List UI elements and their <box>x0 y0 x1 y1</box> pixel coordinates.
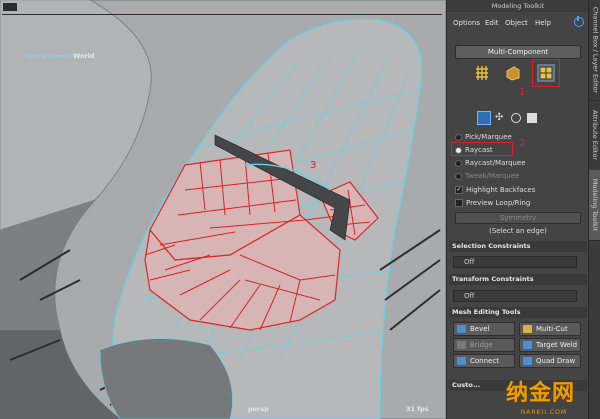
checkbox-label: Highlight Backfaces <box>466 186 536 194</box>
symmetry-button[interactable]: Symmetry <box>455 212 581 224</box>
multi-component-button[interactable]: Multi-Component <box>455 45 581 59</box>
radio-dot <box>455 133 462 141</box>
annotation-1: 1 <box>519 87 526 98</box>
rotate-tool-icon[interactable] <box>511 113 521 123</box>
tab-label: Attribute Editor <box>591 109 600 161</box>
checkbox-label: Preview Loop/Ring <box>466 199 531 207</box>
fps-counter: 31 fps <box>406 405 429 413</box>
menu-options[interactable]: Options <box>453 16 480 30</box>
section-selection-constraints[interactable]: Selection Constraints <box>449 241 587 252</box>
annotation-3: 3 <box>310 160 317 171</box>
radio-tweak-marquee[interactable]: Tweak/Marquee <box>455 171 519 181</box>
move-tool-icon[interactable]: ✣ <box>495 113 505 123</box>
modeling-toolkit-panel: Modeling Toolkit Options Edit Object Hel… <box>446 0 589 419</box>
panel-title: Modeling Toolkit <box>447 0 589 12</box>
connect-button[interactable]: Connect <box>453 354 515 368</box>
scale-tool-icon[interactable] <box>527 113 537 123</box>
camera-name: persp <box>248 405 269 413</box>
selection-constraints-dropdown[interactable]: Off <box>453 256 577 268</box>
multi-cut-button[interactable]: Multi-Cut <box>519 322 581 336</box>
raycast-highlight <box>451 142 513 156</box>
tab-attribute-editor[interactable]: Attribute Editor <box>589 100 600 171</box>
section-mesh-editing-tools[interactable]: Mesh Editing Tools <box>449 307 587 318</box>
quad-draw-icon <box>523 357 532 365</box>
tool-label: Bevel <box>470 325 490 333</box>
annotation-2: 2 <box>519 138 526 149</box>
bridge-icon <box>457 341 466 349</box>
transform-constraints-dropdown[interactable]: Off <box>453 290 577 302</box>
tab-channel-box[interactable]: Channel Box / Layer Editor <box>589 0 600 101</box>
face-mode-highlight <box>532 59 560 87</box>
bridge-button[interactable]: Bridge <box>453 338 515 352</box>
side-tab-strip: Channel Box / Layer Editor Attribute Edi… <box>588 0 600 419</box>
section-transform-constraints[interactable]: Transform Constraints <box>449 274 587 285</box>
tool-label: Target Weld <box>536 341 578 349</box>
vertex-mode-icon[interactable] <box>473 64 491 82</box>
radio-raycast-marquee[interactable]: Raycast/Marquee <box>455 158 526 168</box>
power-icon[interactable] <box>574 16 584 27</box>
tool-label: Bridge <box>470 341 493 349</box>
connect-icon <box>457 357 466 365</box>
select-hint: (Select an edge) <box>489 227 547 235</box>
bevel-icon <box>457 325 466 333</box>
checkbox-preview-loop-ring[interactable]: Preview Loop/Ring <box>455 198 530 208</box>
radio-label: Pick/Marquee <box>465 133 512 141</box>
transform-tool-row: ✣ <box>477 111 549 125</box>
checkbox-box <box>455 199 463 207</box>
bevel-button[interactable]: Bevel <box>453 322 515 336</box>
radio-label: Raycast/Marquee <box>465 159 526 167</box>
target-weld-button[interactable]: Target Weld <box>519 338 581 352</box>
menu-edit[interactable]: Edit <box>485 16 499 30</box>
viewport-toolbar-divider <box>2 14 442 15</box>
panel-menubar: Options Edit Object Help <box>447 16 589 30</box>
checkbox-highlight-backfaces[interactable]: ✓ Highlight Backfaces <box>455 185 535 195</box>
tab-label: Channel Box / Layer Editor <box>591 6 599 94</box>
tab-modeling-toolkit[interactable]: Modeling Toolkit <box>589 170 600 241</box>
tool-label: Multi-Cut <box>536 325 568 333</box>
tool-label: Connect <box>470 357 499 365</box>
menu-help[interactable]: Help <box>535 16 551 30</box>
select-tool-icon[interactable] <box>477 111 491 125</box>
tool-label: Quad Draw <box>536 357 576 365</box>
3d-viewport[interactable]: Coord Space: World 3 persp 31 fps <box>0 0 446 419</box>
menu-object[interactable]: Object <box>505 16 528 30</box>
multi-cut-icon <box>523 325 532 333</box>
viewport-scene <box>0 0 446 419</box>
tab-label: Modeling Toolkit <box>591 178 600 232</box>
checkbox-box: ✓ <box>455 186 463 194</box>
target-weld-icon <box>523 341 532 349</box>
watermark-sub: NARKII.COM <box>520 409 567 416</box>
radio-label: Tweak/Marquee <box>465 172 520 180</box>
viewport-menu-stub[interactable] <box>3 3 17 11</box>
coord-space-label: Coord Space: <box>25 52 74 60</box>
radio-dot <box>455 159 462 167</box>
coord-space-value: World <box>73 52 95 60</box>
edge-mode-icon[interactable] <box>504 64 522 82</box>
radio-dot <box>455 172 462 180</box>
watermark-logo: 纳金网 <box>505 381 575 406</box>
radio-pick-marquee[interactable]: Pick/Marquee <box>455 132 512 142</box>
quad-draw-button[interactable]: Quad Draw <box>519 354 581 368</box>
